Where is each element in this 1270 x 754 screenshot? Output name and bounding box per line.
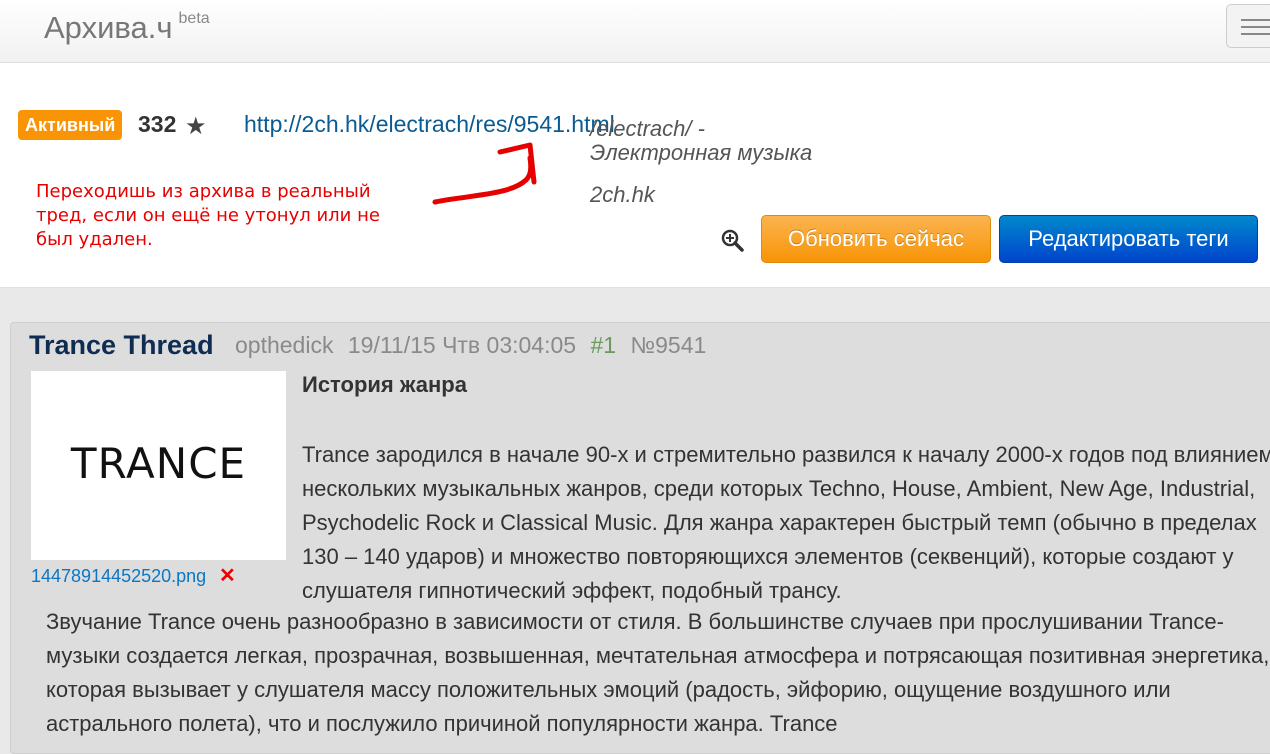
- menu-icon-bar: [1241, 26, 1270, 28]
- thumbnail-text: TRANCE: [70, 439, 247, 488]
- annotation-note: Переходишь из архива в реальный тред, ес…: [36, 181, 380, 250]
- navbar: Архива.ч beta: [0, 0, 1270, 63]
- red-arrow-annotation: [432, 142, 537, 205]
- status-badge: Активный: [18, 110, 123, 140]
- thread-url-link[interactable]: http://2ch.hk/electrach/res/9541.html: [244, 111, 615, 138]
- post-count: 332: [138, 111, 177, 137]
- star-icon[interactable]: ★: [185, 112, 207, 141]
- board-host: 2ch.hk: [590, 182, 655, 207]
- menu-icon: [1241, 19, 1270, 21]
- post-meta: opthedick 19/11/15 Чтв 03:04:05 #1 №9541: [235, 332, 714, 359]
- brand-name[interactable]: Архива.ч: [44, 10, 173, 45]
- brand-beta-tag: beta: [178, 9, 210, 27]
- post-paragraph: Trance зародился в начале 90-х и стремит…: [302, 442, 1270, 603]
- post-paragraph: Звучание Trance очень разнообразно в зав…: [46, 609, 1270, 736]
- post-author[interactable]: opthedick: [235, 332, 333, 358]
- post-thumbnail[interactable]: TRANCE: [31, 371, 286, 560]
- board-name: /electrach/ - Электронная музыка: [590, 116, 813, 165]
- edit-tags-button[interactable]: Редактировать теги: [999, 215, 1258, 263]
- brand-logo[interactable]: Архива.ч beta: [44, 10, 210, 46]
- menu-toggle-button[interactable]: [1226, 4, 1270, 48]
- menu-icon-bar: [1241, 33, 1270, 35]
- zoom-icon[interactable]: [720, 228, 744, 252]
- post-subject: Trance Thread: [29, 330, 214, 360]
- post: Trance Thread opthedick 19/11/15 Чтв 03:…: [10, 322, 1270, 754]
- post-number[interactable]: №9541: [630, 332, 706, 358]
- refresh-now-button[interactable]: Обновить сейчас: [761, 215, 991, 263]
- file-name-link[interactable]: 14478914452520.png: [31, 566, 206, 587]
- post-title: История жанра: [302, 372, 467, 397]
- post-datetime: 19/11/15 Чтв 03:04:05: [347, 332, 577, 358]
- delete-file-icon[interactable]: ✕: [219, 563, 236, 588]
- post-index[interactable]: #1: [590, 332, 616, 358]
